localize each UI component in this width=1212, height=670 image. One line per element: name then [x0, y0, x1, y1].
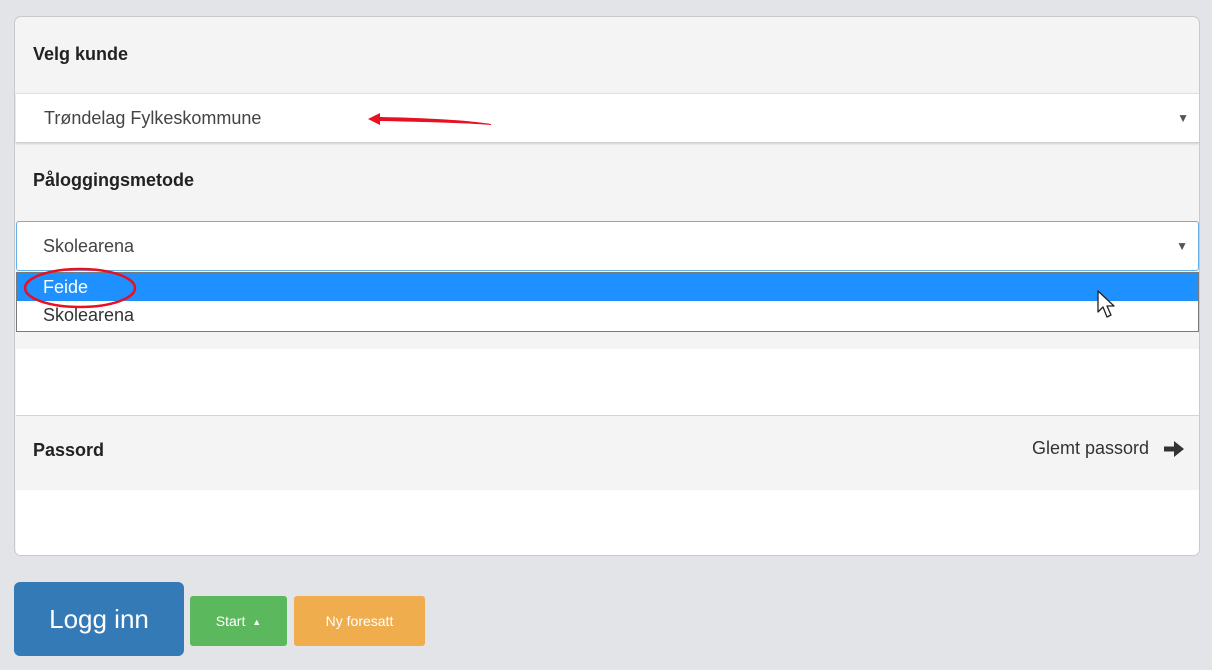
login-method-selected-value: Skolearena	[43, 236, 135, 256]
start-button-label: Start	[215, 613, 246, 629]
forgot-password-link[interactable]: Glemt passord	[1032, 438, 1185, 459]
login-method-label: Påloggingsmetode	[33, 170, 195, 190]
caret-up-icon: ▲	[252, 617, 262, 627]
password-label: Passord	[33, 440, 105, 460]
dropdown-option-feide[interactable]: Feide	[17, 273, 1198, 301]
customer-selected-value: Trøndelag Fylkeskommune	[44, 108, 262, 128]
customer-select[interactable]: Trøndelag Fylkeskommune ▼	[16, 93, 1199, 143]
new-guardian-button[interactable]: Ny foresatt	[294, 596, 425, 646]
login-method-select[interactable]: Skolearena ▼	[16, 221, 1199, 271]
login-panel: Velg kunde Trøndelag Fylkeskommune ▼ Pål…	[14, 16, 1200, 556]
password-header: Passord Glemt passord	[16, 416, 1199, 490]
arrow-right-icon	[1164, 440, 1184, 457]
start-button[interactable]: Start ▲	[190, 596, 287, 646]
caret-down-icon: ▼	[1176, 239, 1188, 253]
login-method-dropdown: Feide Skolearena	[16, 272, 1199, 332]
dropdown-option-skolearena[interactable]: Skolearena	[17, 301, 1198, 329]
password-input[interactable]	[16, 490, 1199, 555]
caret-down-icon: ▼	[1177, 111, 1189, 125]
login-button[interactable]: Logg inn	[14, 582, 184, 656]
customer-label: Velg kunde	[33, 44, 129, 64]
forgot-password-label: Glemt passord	[1031, 438, 1149, 458]
username-input-area[interactable]	[16, 349, 1199, 416]
